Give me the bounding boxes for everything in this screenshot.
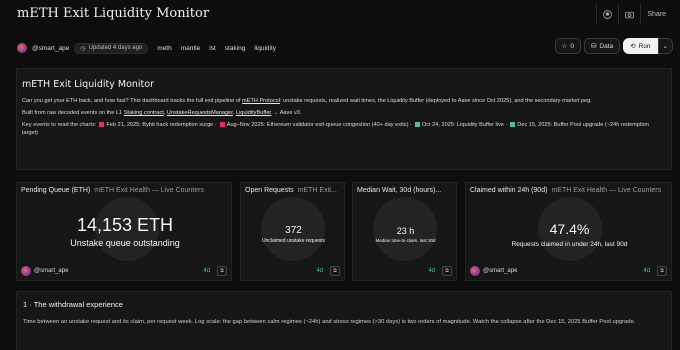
- intro-text: Built from raw decoded events on the L1: [22, 110, 124, 116]
- run-button[interactable]: ⟲ Run: [623, 38, 658, 54]
- updated-text: Updated 4 days ago: [88, 45, 143, 51]
- event-marker: [414, 121, 420, 127]
- event-marker: [219, 121, 225, 127]
- embed-icon[interactable]: ⧉: [217, 266, 227, 276]
- event-label: Aug–Nov 2025: Ethereum validator exit-qu…: [226, 122, 412, 128]
- tag-lst[interactable]: lst: [209, 45, 216, 52]
- panel-header: Pending Queue (ETH) mETH Exit Health — Li…: [21, 187, 204, 194]
- avatar[interactable]: [17, 43, 27, 53]
- star-count: 0: [570, 42, 574, 50]
- intro-text: → Aave v3.: [271, 110, 302, 116]
- liquidity-buffer-link[interactable]: LiquidityBuffer: [236, 110, 271, 116]
- panel-footer: 4d ⧉: [357, 266, 452, 276]
- avatar[interactable]: [470, 266, 480, 276]
- key-events-label: Key events to read the charts:: [22, 122, 97, 128]
- counter-value: 372: [285, 225, 302, 236]
- panel-age: 4d: [428, 268, 435, 274]
- event-marker: [510, 121, 516, 127]
- event-label: Dec 15, 2025: Buffer Pool upgrade: [517, 122, 604, 128]
- dashboard-actions: ☆ 0 ⛁ Data ⟲ Run ⌄: [554, 38, 673, 54]
- run-icon: ⟲: [630, 43, 636, 50]
- counter-caption: Unclaimed unstake requests: [261, 238, 326, 244]
- updated-badge: ◷ Updated 4 days ago: [74, 42, 149, 54]
- counter-value: 23 h: [396, 226, 415, 236]
- star-button[interactable]: ☆ 0: [554, 38, 581, 54]
- intro-paragraph-2: Built from raw decoded events on the L1 …: [22, 109, 666, 117]
- counter-panel-median-wait: Median Wait, 30d (hours)... 23 h Median …: [352, 182, 457, 281]
- panel-header: Claimed within 24h (90d) mETH Exit Health…: [470, 187, 661, 194]
- camera-icon[interactable]: [618, 4, 640, 24]
- panel-subtitle: mETH Exit Health — Live Counters: [94, 187, 204, 194]
- embed-icon[interactable]: ⧉: [657, 266, 667, 276]
- intro-text: : unstake requests, realized wait times,…: [279, 98, 592, 104]
- counter-caption: Median time-to-claim, last 30d: [375, 238, 436, 243]
- intro-paragraph-1: Can you get your ETH back, and how fast?…: [22, 97, 666, 105]
- embed-icon[interactable]: ⧉: [330, 266, 340, 276]
- panel-subtitle: mETH Exit...: [297, 187, 337, 194]
- top-icons: Share: [596, 4, 672, 24]
- share-button[interactable]: Share: [640, 4, 672, 24]
- panel-header: Open Requests mETH Exit...: [245, 187, 337, 194]
- page-title: mETH Exit Liquidity Monitor: [17, 6, 210, 21]
- panel-title: Pending Queue (ETH): [21, 187, 91, 194]
- tag-meth[interactable]: meth: [157, 45, 171, 52]
- intro-card: mETH Exit Liquidity Monitor Can you get …: [16, 68, 672, 170]
- panel-title: Claimed within 24h (90d): [470, 187, 548, 194]
- panel-subtitle: mETH Exit Health — Live Counters: [551, 187, 662, 194]
- counter-value: 47.4%: [549, 221, 590, 237]
- panel-title: Median Wait, 30d (hours)...: [357, 187, 442, 194]
- tag-staking[interactable]: staking: [225, 45, 246, 52]
- embed-icon[interactable]: ⧉: [442, 266, 452, 276]
- counter-caption: Unstake queue outstanding: [70, 238, 180, 248]
- panel-footer: @smart_ape 4d ⧉: [21, 266, 227, 276]
- panel-footer: @smart_ape 4d ⧉: [470, 266, 667, 276]
- intro-text: Can you get your ETH back, and how fast?…: [22, 98, 243, 104]
- unstake-manager-link[interactable]: UnstakeRequestsManager: [167, 110, 233, 116]
- panel-age: 4d: [316, 268, 323, 274]
- counter-panel-claimed-24h: Claimed within 24h (90d) mETH Exit Health…: [465, 182, 672, 281]
- author-link[interactable]: @smart_ape: [32, 45, 69, 52]
- event-label: Feb 21, 2025: Bybit hack redemption surg…: [106, 122, 217, 128]
- counter-caption: Requests claimed in under 24h, last 90d: [511, 241, 628, 248]
- meta-row: @smart_ape ◷ Updated 4 days ago meth man…: [17, 42, 276, 54]
- staking-contract-link[interactable]: Staking contract: [124, 110, 164, 116]
- clock-icon: ◷: [80, 45, 86, 52]
- panel-footer: 4d ⧉: [245, 266, 340, 276]
- panel-age: 4d: [643, 268, 650, 274]
- counter-panel-open-requests: Open Requests mETH Exit... 372 Unclaimed …: [240, 182, 345, 281]
- database-icon: ⛁: [590, 43, 597, 50]
- event-marker: [99, 121, 105, 127]
- tag-liquidity[interactable]: liquidity: [254, 45, 276, 52]
- data-button[interactable]: ⛁ Data: [583, 38, 621, 54]
- counter-panel-pending-queue: Pending Queue (ETH) mETH Exit Health — Li…: [16, 182, 232, 281]
- panel-title: Open Requests: [245, 187, 294, 194]
- event-label: Oct 24, 2025: Liquidity Buffer live ·: [421, 122, 508, 128]
- meth-protocol-link[interactable]: mETH Protocol: [242, 98, 280, 104]
- avatar[interactable]: [21, 266, 31, 276]
- github-icon[interactable]: [596, 4, 618, 24]
- key-events: Key events to read the charts: Feb 21, 20…: [22, 121, 666, 137]
- panel-author[interactable]: @smart_ape: [483, 268, 517, 274]
- counter-value: 14,153 ETH: [76, 215, 174, 235]
- section-withdrawal-experience: 1 · The withdrawal experience Time betwe…: [16, 291, 672, 350]
- panel-header: Median Wait, 30d (hours)...: [357, 187, 441, 194]
- intro-title: mETH Exit Liquidity Monitor: [22, 79, 155, 90]
- run-options-button[interactable]: ⌄: [657, 38, 673, 54]
- panel-age: 4d: [203, 268, 210, 274]
- section-title: 1 · The withdrawal experience: [23, 300, 123, 309]
- section-description: Time between an unstake request and its …: [23, 319, 636, 325]
- top-bar: mETH Exit Liquidity Monitor Share: [0, 0, 680, 30]
- data-label: Data: [599, 42, 614, 50]
- tag-mantle[interactable]: mantle: [181, 45, 201, 52]
- star-icon: ☆: [561, 43, 568, 50]
- chevron-down-icon: ⌄: [662, 43, 668, 50]
- run-label: Run: [638, 42, 651, 50]
- panel-author[interactable]: @smart_ape: [34, 268, 68, 274]
